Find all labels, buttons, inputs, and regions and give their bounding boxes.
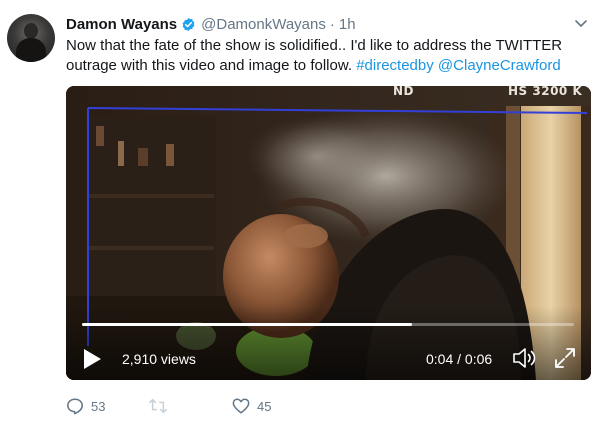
meta-separator: · [329, 15, 335, 33]
video-frame [66, 86, 591, 380]
retweet-button[interactable] [148, 395, 168, 417]
avatar-head [24, 23, 38, 39]
avatar-body [16, 38, 46, 62]
video-progress-bar[interactable] [82, 323, 574, 326]
tweet-header: Damon Wayans @DamonkWayans · 1h [66, 14, 356, 34]
video-progress-fill [82, 323, 412, 326]
mention-link[interactable]: @ClayneCrawford [438, 57, 561, 74]
verified-badge-icon [182, 17, 195, 31]
tweet: Damon Wayans @DamonkWayans · 1h Now that… [0, 0, 605, 421]
play-icon[interactable] [82, 348, 102, 370]
volume-icon[interactable] [512, 346, 538, 370]
reply-count: 53 [91, 398, 106, 414]
avatar[interactable] [7, 14, 55, 62]
reply-icon [67, 398, 83, 415]
retweet-icon [149, 398, 167, 414]
tweet-timestamp[interactable]: 1h [339, 16, 356, 33]
chevron-down-icon[interactable] [573, 15, 589, 31]
view-count: 2,910 views [122, 351, 196, 367]
reply-button[interactable]: 53 [66, 395, 105, 417]
like-button[interactable]: 45 [232, 395, 271, 417]
fullscreen-icon[interactable] [554, 347, 576, 369]
video-player[interactable]: ND HS 3200 K 2,910 views 0:04 / 0:06 [66, 86, 591, 380]
heart-icon [232, 398, 250, 414]
camera-overlay-right: HS 3200 K [508, 86, 583, 98]
hashtag-link[interactable]: #directedby [356, 57, 434, 74]
tweet-text: Now that the fate of the show is solidif… [66, 36, 591, 76]
camera-overlay-left: ND [393, 86, 415, 98]
like-count: 45 [257, 398, 272, 414]
author-handle[interactable]: @DamonkWayans [201, 16, 326, 33]
video-timecode: 0:04 / 0:06 [426, 351, 493, 367]
author-name[interactable]: Damon Wayans [66, 16, 177, 33]
